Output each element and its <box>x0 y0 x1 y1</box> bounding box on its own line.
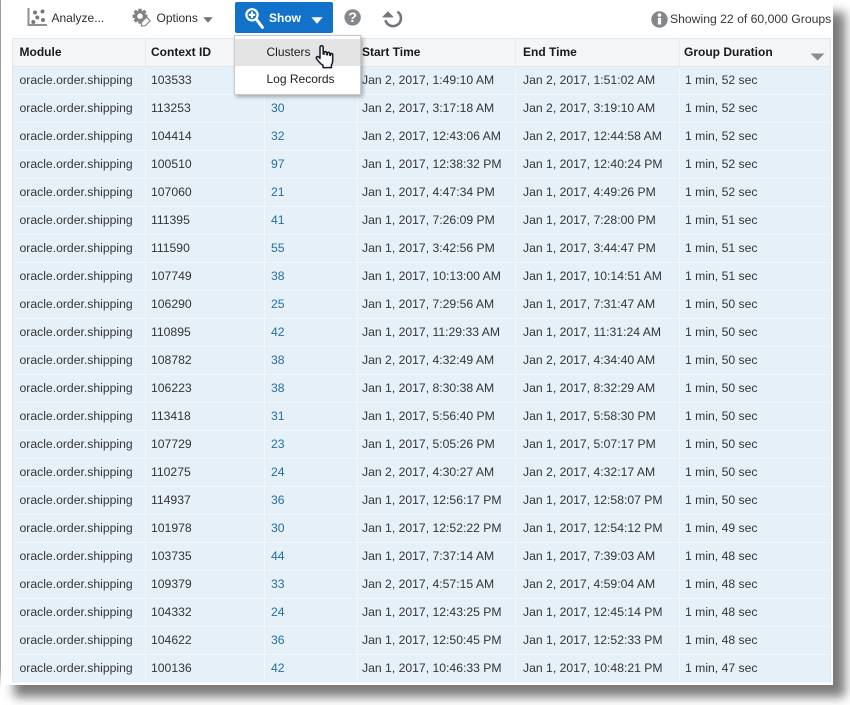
svg-text:?: ? <box>348 9 357 25</box>
